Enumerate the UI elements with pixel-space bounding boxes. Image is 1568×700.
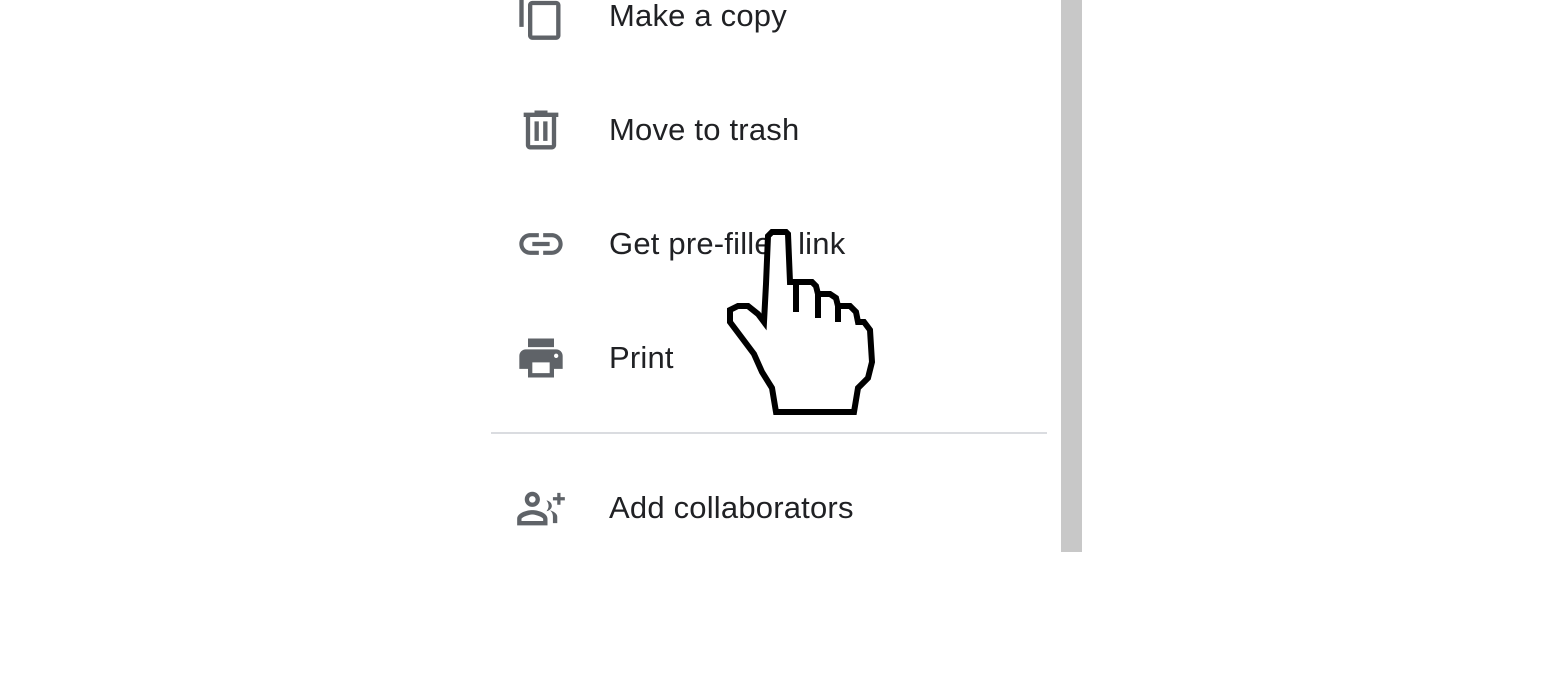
menu-item-add-collaborators[interactable]: Add collaborators (491, 468, 1047, 548)
copy-icon (515, 0, 567, 42)
menu-item-label: Make a copy (609, 0, 787, 33)
menu-item-print[interactable]: Print (491, 318, 1047, 398)
menu-item-label: Get pre-filled link (609, 226, 846, 261)
link-icon (515, 218, 567, 270)
menu-item-make-copy[interactable]: Make a copy (491, 0, 1047, 56)
add-people-icon (515, 482, 567, 534)
menu-item-label: Print (609, 340, 674, 375)
scrollbar-thumb[interactable] (1061, 0, 1082, 552)
menu-item-move-to-trash[interactable]: Move to trash (491, 90, 1047, 170)
menu-item-get-prefilled-link[interactable]: Get pre-filled link (491, 204, 1047, 284)
print-icon (515, 332, 567, 384)
more-options-menu: Make a copy Move to trash Get pre-filled… (491, 0, 1047, 552)
trash-icon (515, 104, 567, 156)
screen: Make a copy Move to trash Get pre-filled… (0, 0, 1568, 700)
menu-item-label: Add collaborators (609, 490, 854, 525)
menu-item-label: Move to trash (609, 112, 800, 147)
menu-divider (491, 432, 1047, 434)
